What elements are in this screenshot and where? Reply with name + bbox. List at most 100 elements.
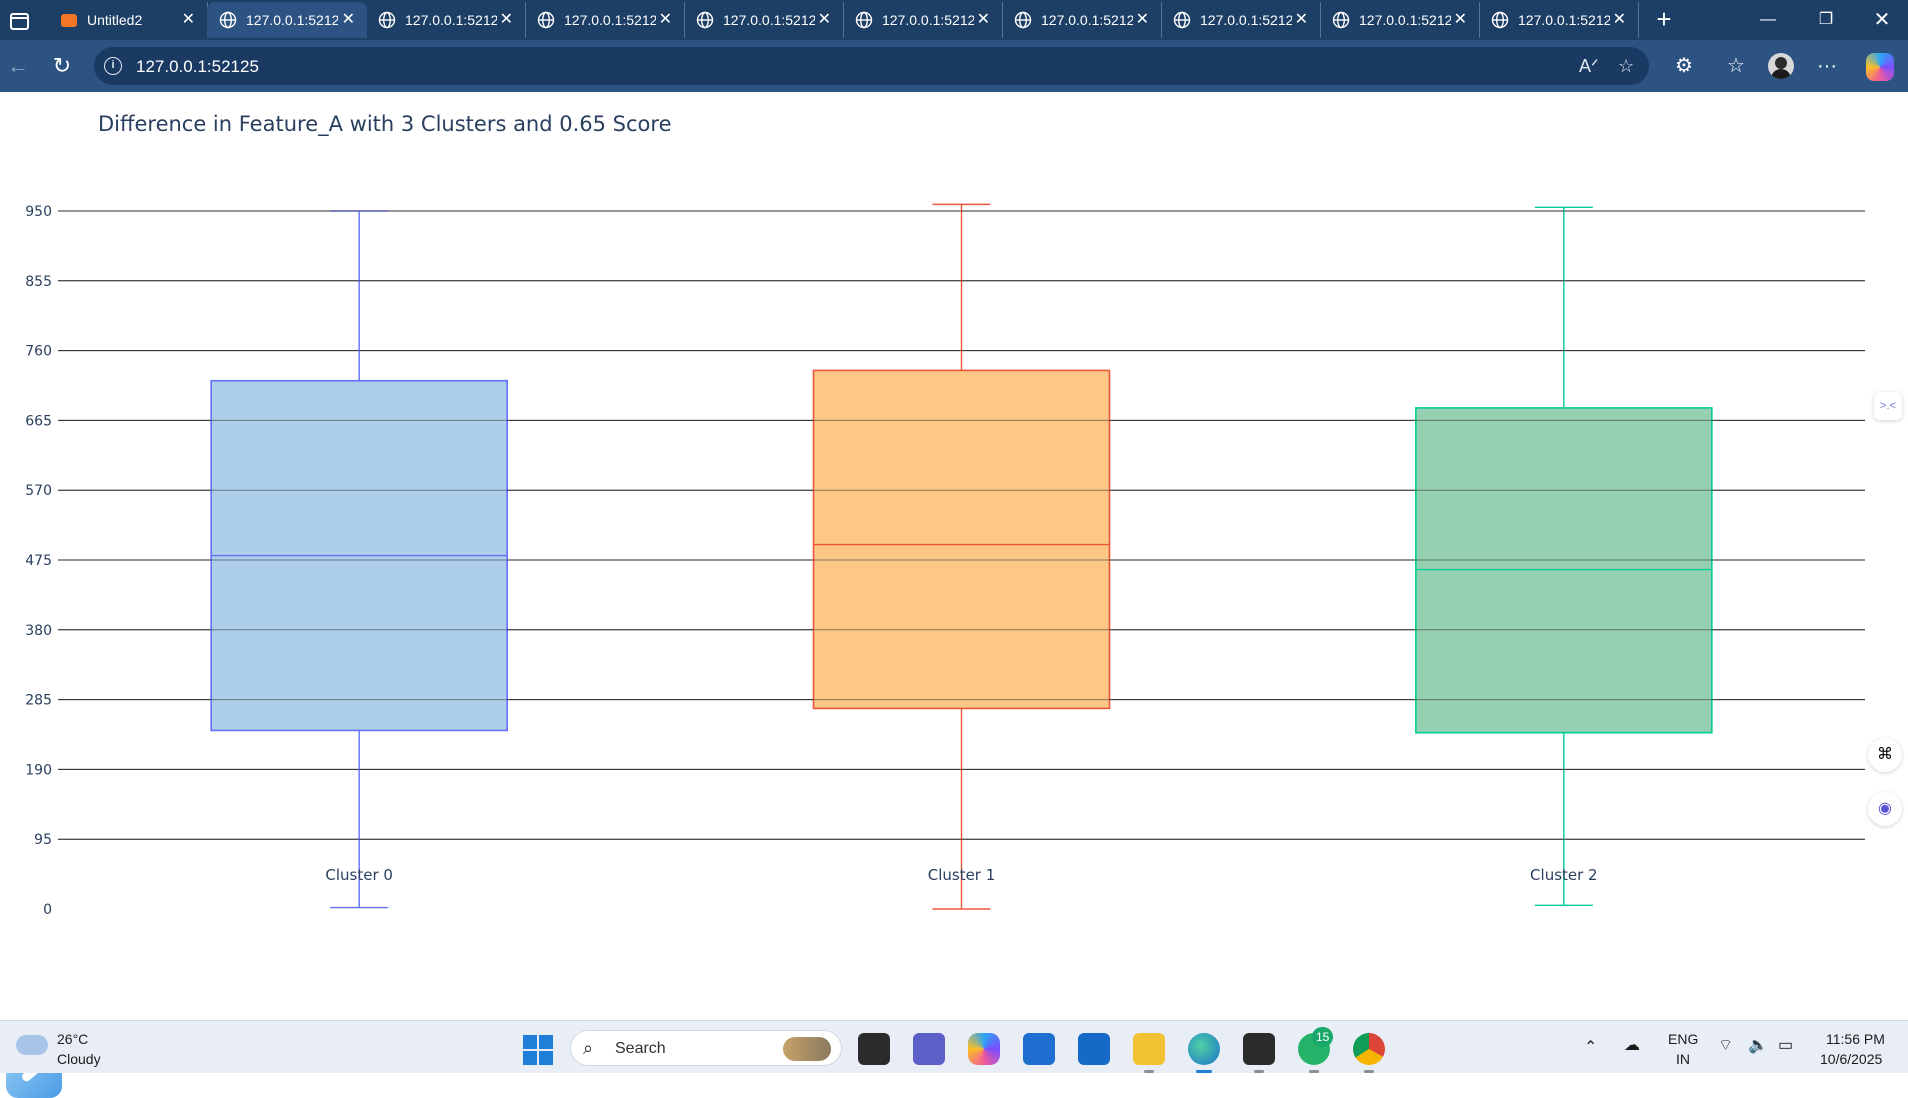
box-plot: 0 95 190 285 380 475 570 665 760 855 950 Cluster 0 C…: [25, 203, 1865, 918]
globe-icon: [1332, 11, 1350, 29]
language-top[interactable]: ENG: [1668, 1031, 1698, 1047]
globe-icon: [1173, 11, 1191, 29]
tab-close-icon[interactable]: ✕: [659, 11, 672, 29]
favorite-star-icon[interactable]: ☆: [1618, 56, 1634, 77]
browser-tab[interactable]: 127.0.0.1:52125 ✕: [684, 2, 844, 38]
assistant-icon[interactable]: ◉: [1868, 792, 1902, 826]
back-button[interactable]: ←: [4, 52, 32, 80]
profile-avatar[interactable]: [1768, 53, 1794, 79]
sidebar-collapse-icon[interactable]: >.<: [1874, 392, 1902, 420]
taskbar-search[interactable]: ⌕ Search: [570, 1030, 842, 1066]
tab-title: 127.0.0.1:52125: [405, 12, 497, 28]
refresh-button[interactable]: ↻: [48, 52, 76, 80]
copilot-app-icon[interactable]: [968, 1033, 1000, 1065]
y-tick-label: 950: [25, 204, 52, 220]
store-icon[interactable]: [1023, 1033, 1055, 1065]
jupyter-icon: [60, 11, 78, 29]
y-tick-label: 570: [25, 483, 52, 499]
editor-app-icon[interactable]: [1078, 1033, 1110, 1065]
y-tick-label: 855: [25, 274, 52, 290]
globe-icon: [219, 11, 237, 29]
globe-icon: [1014, 11, 1032, 29]
teams-icon[interactable]: [913, 1033, 945, 1065]
tab-title: 127.0.0.1:52125: [723, 12, 815, 28]
whatsapp-badge: 15: [1312, 1027, 1334, 1047]
globe-icon: [537, 11, 555, 29]
tab-title: 127.0.0.1:52125: [246, 12, 338, 28]
browser-tab[interactable]: 127.0.0.1:52125 ✕: [207, 2, 367, 38]
close-window-button[interactable]: ✕: [1862, 8, 1902, 32]
apps-grid-icon[interactable]: ⌘: [1868, 738, 1902, 772]
site-info-icon[interactable]: i: [104, 57, 122, 75]
weather-description[interactable]: Cloudy: [57, 1051, 101, 1067]
file-explorer-icon[interactable]: [1133, 1033, 1165, 1073]
box-2: [1415, 407, 1713, 734]
search-icon: ⌕: [583, 1038, 594, 1058]
tab-close-icon[interactable]: ✕: [1613, 11, 1626, 29]
tab-title: 127.0.0.1:52125: [1359, 12, 1451, 28]
x-tick-label: Cluster 1: [928, 866, 996, 884]
browser-tab[interactable]: 127.0.0.1:52125 ✕: [525, 2, 685, 38]
tab-close-icon[interactable]: ✕: [342, 11, 355, 29]
browser-tab[interactable]: Untitled2 ✕: [48, 2, 208, 38]
start-button[interactable]: [523, 1035, 553, 1065]
copilot-icon[interactable]: [1866, 53, 1894, 81]
tab-strip: Untitled2 ✕ 127.0.0.1:52125 ✕ 127.0.0.1:5212…: [0, 0, 1908, 40]
minimize-button[interactable]: —: [1748, 8, 1788, 32]
window-menu-icon[interactable]: [6, 8, 30, 32]
x-tick-label: Cluster 2: [1530, 866, 1598, 884]
browser-tab[interactable]: 127.0.0.1:52125 ✕: [1161, 2, 1321, 38]
globe-icon: [1491, 11, 1509, 29]
tab-close-icon[interactable]: ✕: [1454, 11, 1467, 29]
tab-title: 127.0.0.1:52125: [1200, 12, 1292, 28]
language-bottom[interactable]: IN: [1676, 1051, 1690, 1067]
onedrive-icon[interactable]: ☁: [1624, 1035, 1640, 1055]
tab-title: 127.0.0.1:52125: [882, 12, 974, 28]
y-tick-label: 475: [25, 553, 52, 569]
volume-icon[interactable]: 🔈: [1748, 1035, 1768, 1055]
y-tick-label: 0: [43, 902, 52, 918]
chrome-icon[interactable]: [1353, 1033, 1385, 1073]
tab-close-icon[interactable]: ✕: [1295, 11, 1308, 29]
new-tab-button[interactable]: +: [1650, 6, 1678, 34]
tab-close-icon[interactable]: ✕: [182, 11, 195, 29]
extensions-icon[interactable]: ⚙: [1670, 52, 1698, 80]
edge-icon[interactable]: [1188, 1033, 1220, 1073]
tab-close-icon[interactable]: ✕: [1136, 11, 1149, 29]
task-view-icon[interactable]: [858, 1033, 890, 1065]
y-tick-label: 665: [25, 413, 52, 429]
more-menu-icon[interactable]: ···: [1813, 52, 1841, 80]
weather-temperature[interactable]: 26°C: [57, 1031, 88, 1047]
battery-icon[interactable]: ▭: [1778, 1035, 1793, 1055]
restore-button[interactable]: ❐: [1806, 8, 1846, 32]
tab-close-icon[interactable]: ✕: [977, 11, 990, 29]
cloud-icon[interactable]: [16, 1035, 48, 1055]
taskbar: 26°C Cloudy ⌕ Search 15 ⌃ ☁ ENG IN ⌔ 🔈 ▭…: [0, 1020, 1908, 1073]
tab-close-icon[interactable]: ✕: [500, 11, 513, 29]
browser-tab[interactable]: 127.0.0.1:52125 ✕: [1320, 2, 1480, 38]
x-tick-label: Cluster 0: [325, 866, 393, 884]
y-tick-label: 760: [25, 344, 52, 360]
y-tick-label: 285: [25, 693, 52, 709]
globe-icon: [696, 11, 714, 29]
show-hidden-icons-chevron-icon[interactable]: ⌃: [1584, 1037, 1597, 1057]
wifi-icon[interactable]: ⌔: [1718, 1035, 1733, 1055]
tab-title: 127.0.0.1:52125: [1041, 12, 1133, 28]
tab-close-icon[interactable]: ✕: [818, 11, 831, 29]
read-aloud-icon[interactable]: Aᐟ: [1579, 56, 1599, 77]
globe-icon: [855, 11, 873, 29]
globe-icon: [378, 11, 396, 29]
browser-tab[interactable]: 127.0.0.1:52125 ✕: [1002, 2, 1162, 38]
terminal-icon[interactable]: [1243, 1033, 1275, 1073]
browser-toolbar: ← ↻ i 127.0.0.1:52125 Aᐟ ☆ ⚙ ☆ ···: [0, 40, 1908, 92]
plot-area: Difference in Feature_A with 3 Clusters …: [0, 92, 1908, 1098]
clock-date[interactable]: 10/6/2025: [1820, 1051, 1882, 1067]
clock-time[interactable]: 11:56 PM: [1826, 1031, 1885, 1047]
address-bar[interactable]: i 127.0.0.1:52125 Aᐟ ☆: [94, 47, 1649, 85]
browser-tab[interactable]: 127.0.0.1:52125 ✕: [1479, 2, 1639, 38]
favorites-icon[interactable]: ☆: [1722, 52, 1750, 80]
browser-tab[interactable]: 127.0.0.1:52125 ✕: [843, 2, 1003, 38]
search-label: Search: [615, 1040, 666, 1057]
y-tick-label: 95: [34, 832, 52, 848]
browser-tab[interactable]: 127.0.0.1:52125 ✕: [366, 2, 526, 38]
